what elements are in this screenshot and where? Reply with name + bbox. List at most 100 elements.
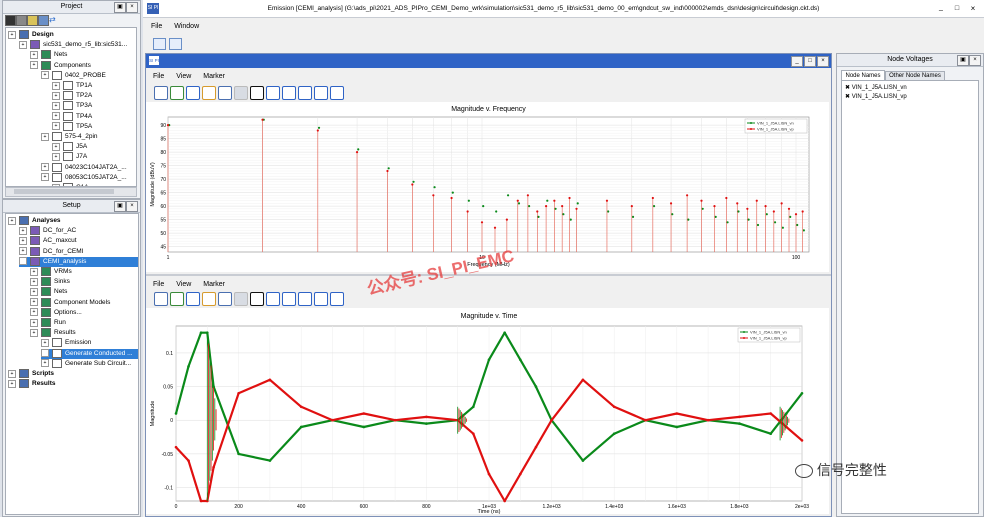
- design-view-icon[interactable]: [5, 15, 16, 26]
- project-tree-item[interactable]: + J5A: [52, 142, 136, 152]
- expand-toggle-icon[interactable]: +: [30, 277, 38, 286]
- expand-toggle-icon[interactable]: +: [52, 81, 60, 90]
- refresh-icon[interactable]: ⇄: [49, 15, 58, 24]
- expand-toggle-icon[interactable]: +: [52, 112, 60, 121]
- expand-toggle-icon[interactable]: +: [41, 359, 49, 368]
- expand-toggle-icon[interactable]: +: [19, 236, 27, 245]
- home-icon[interactable]: [154, 292, 168, 306]
- project-tree-item[interactable]: +0402_PROBE: [41, 70, 136, 81]
- plot-maximize-button[interactable]: □: [804, 56, 816, 67]
- expand-toggle-icon[interactable]: +: [30, 287, 38, 296]
- expand-toggle-icon[interactable]: +: [52, 152, 60, 161]
- layout-icon[interactable]: [27, 15, 38, 26]
- setup-tree-item[interactable]: + Scripts: [8, 369, 138, 379]
- pan-icon[interactable]: [202, 292, 216, 306]
- box-select-icon[interactable]: [234, 86, 248, 100]
- expand-toggle-icon[interactable]: +: [8, 216, 16, 225]
- expand-toggle-icon[interactable]: +: [30, 50, 38, 59]
- freq-menu-view[interactable]: View: [176, 73, 191, 80]
- expand-toggle-icon[interactable]: +: [41, 338, 49, 347]
- expand-toggle-icon[interactable]: +: [30, 318, 38, 327]
- home-icon[interactable]: [154, 86, 168, 100]
- expand-toggle-icon[interactable]: +: [52, 142, 60, 151]
- grid-icon[interactable]: [186, 292, 200, 306]
- minimize-button[interactable]: _: [936, 4, 946, 13]
- crosshair-icon[interactable]: [298, 86, 312, 100]
- horizontal-marker-icon[interactable]: [330, 86, 344, 100]
- expand-toggle-icon[interactable]: +: [8, 369, 16, 378]
- box-select-icon[interactable]: [234, 292, 248, 306]
- project-tree-item[interactable]: + TP5A: [52, 121, 136, 132]
- expand-toggle-icon[interactable]: +: [30, 61, 38, 70]
- setup-tree-item[interactable]: + Results: [30, 328, 138, 338]
- project-tree-item[interactable]: + TP3A: [52, 101, 136, 111]
- close-button[interactable]: ×: [968, 4, 978, 13]
- expand-toggle-icon[interactable]: +: [30, 298, 38, 307]
- schematic-icon[interactable]: [16, 15, 27, 26]
- project-close-button[interactable]: ×: [126, 2, 138, 13]
- setup-tree-item[interactable]: + Sinks: [30, 277, 138, 287]
- setup-tree-item[interactable]: + Results: [8, 379, 138, 389]
- node-item[interactable]: ✖ VIN_1_J5A.LISN_vn: [845, 84, 907, 91]
- expand-toggle-icon[interactable]: +: [52, 101, 60, 110]
- freq-menu-marker[interactable]: Marker: [203, 73, 225, 80]
- maximize-button[interactable]: □: [952, 4, 962, 13]
- plot-close-button[interactable]: ×: [817, 56, 829, 67]
- vertical-marker-icon[interactable]: [314, 86, 328, 100]
- setup-tree-item[interactable]: + Generate Sub Circuit...: [41, 358, 138, 369]
- expand-toggle-icon[interactable]: +: [30, 267, 38, 276]
- setup-tree-item[interactable]: + VRMs: [30, 267, 138, 277]
- project-tree-item[interactable]: +08053C105JAT2A_...: [41, 172, 136, 183]
- freq-plot-icon[interactable]: [153, 38, 166, 50]
- expand-toggle-icon[interactable]: +: [41, 163, 49, 172]
- pen-icon[interactable]: [250, 292, 264, 306]
- expand-toggle-icon[interactable]: +: [19, 257, 27, 266]
- time-menu-marker[interactable]: Marker: [203, 281, 225, 288]
- setup-tree-item[interactable]: + DC_for_AC: [19, 226, 138, 236]
- expand-toggle-icon[interactable]: +: [30, 328, 38, 337]
- menu-file[interactable]: File: [151, 23, 162, 30]
- expand-toggle-icon[interactable]: +: [41, 349, 49, 358]
- expand-toggle-icon[interactable]: +: [41, 173, 49, 182]
- project-tree-item[interactable]: +575-4_2pin: [41, 132, 136, 142]
- expand-toggle-icon[interactable]: +: [8, 379, 16, 388]
- crosshair-icon[interactable]: [298, 292, 312, 306]
- time-menu-view[interactable]: View: [176, 281, 191, 288]
- grid-icon[interactable]: [186, 86, 200, 100]
- pointer-icon[interactable]: [266, 86, 280, 100]
- freq-menu-file[interactable]: File: [153, 73, 164, 80]
- setup-tree-item[interactable]: + Component Models: [30, 297, 138, 308]
- setup-tree-item[interactable]: + Run: [30, 318, 138, 328]
- project-hscrollbar[interactable]: [5, 187, 137, 197]
- expand-toggle-icon[interactable]: +: [19, 226, 27, 235]
- vertical-marker-icon[interactable]: [314, 292, 328, 306]
- project-float-button[interactable]: ▣: [114, 2, 126, 13]
- plot-minimize-button[interactable]: _: [791, 56, 803, 67]
- pan-icon[interactable]: [202, 86, 216, 100]
- setup-tree-item[interactable]: + CEMI_analysis: [19, 256, 138, 267]
- expand-toggle-icon[interactable]: +: [41, 71, 49, 80]
- setup-float-button[interactable]: ▣: [114, 201, 126, 212]
- expand-toggle-icon[interactable]: +: [19, 247, 27, 256]
- setup-tree-item[interactable]: + Options...: [30, 307, 138, 318]
- setup-tree-item[interactable]: + Generate Conducted ...: [41, 348, 138, 359]
- pen-icon[interactable]: [250, 86, 264, 100]
- setup-tree-item[interactable]: + Emission: [41, 338, 138, 348]
- marker-icon[interactable]: [282, 86, 296, 100]
- project-tree-item[interactable]: + TP4A: [52, 111, 136, 122]
- project-tree-item[interactable]: + Nets: [30, 50, 136, 60]
- setup-tree-item[interactable]: + Nets: [30, 287, 138, 297]
- save-icon[interactable]: [170, 86, 184, 100]
- time-menu-file[interactable]: File: [153, 281, 164, 288]
- setup-close-button[interactable]: ×: [126, 201, 138, 212]
- node-close-button[interactable]: ×: [969, 55, 981, 66]
- node-check-icon[interactable]: ✖: [845, 85, 850, 91]
- project-tree-item[interactable]: + TP2A: [52, 91, 136, 101]
- project-tree-item[interactable]: +04023C104JAT2A_...: [41, 162, 136, 173]
- project-tree-item[interactable]: + TP1A: [52, 81, 136, 91]
- project-tree-item[interactable]: + Components: [30, 60, 136, 71]
- expand-toggle-icon[interactable]: +: [8, 30, 16, 39]
- expand-toggle-icon[interactable]: +: [52, 91, 60, 100]
- save-icon[interactable]: [170, 292, 184, 306]
- zoom-icon[interactable]: [218, 292, 232, 306]
